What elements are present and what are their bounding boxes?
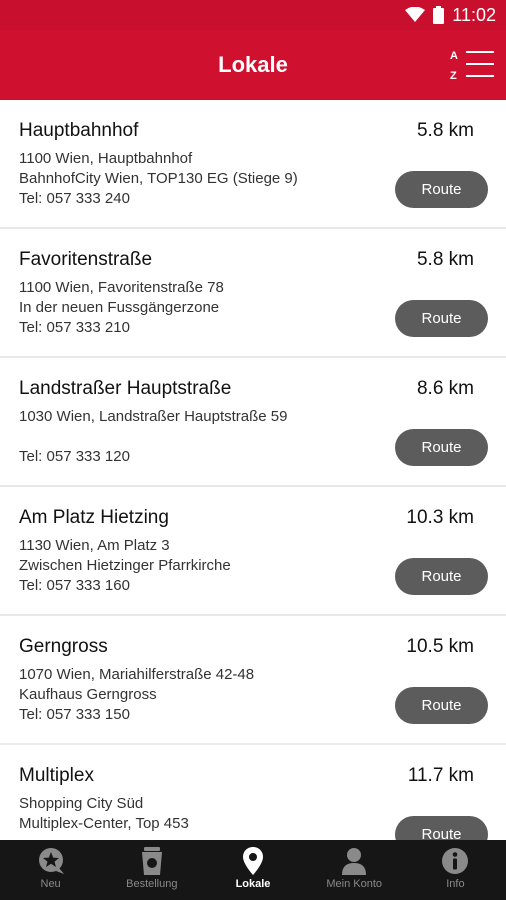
app-bar: Lokale A Z <box>0 30 506 100</box>
location-address: 1100 Wien, Hauptbahnhof <box>19 150 193 167</box>
location-list[interactable]: Hauptbahnhof 5.8 km 1100 Wien, Hauptbahn… <box>0 100 506 840</box>
page-title: Lokale <box>218 52 288 77</box>
location-card[interactable]: Multiplex 11.7 km Shopping City Süd Mult… <box>0 745 506 840</box>
location-card[interactable]: Am Platz Hietzing 10.3 km 1130 Wien, Am … <box>0 487 506 614</box>
location-name: Multiplex <box>19 765 94 786</box>
nav-label: Bestellung <box>126 878 178 890</box>
location-card[interactable]: Landstraßer Hauptstraße 8.6 km 1030 Wien… <box>0 358 506 485</box>
location-card[interactable]: Gerngross 10.5 km 1070 Wien, Mariahilfer… <box>0 616 506 743</box>
location-name: Hauptbahnhof <box>19 120 139 141</box>
alphabetical-sort-button[interactable]: A Z <box>448 46 496 86</box>
location-address: 1100 Wien, Favoritenstraße 78 <box>19 279 224 296</box>
location-phone[interactable]: Tel: 057 333 160 <box>19 577 130 594</box>
nav-item-mein-konto[interactable]: Mein Konto <box>304 840 405 900</box>
status-bar: 11:02 <box>0 0 506 30</box>
sort-letter-bottom: Z <box>450 70 457 82</box>
location-note: BahnhofCity Wien, TOP130 EG (Stiege 9) <box>19 170 298 187</box>
location-pin-icon <box>243 847 263 875</box>
status-icons: 11:02 <box>405 5 496 25</box>
nav-item-bestellung[interactable]: Bestellung <box>101 840 202 900</box>
location-address: Shopping City Süd <box>19 795 144 812</box>
nav-item-neu[interactable]: Neu <box>0 840 101 900</box>
location-distance: 11.7 km <box>407 765 474 786</box>
route-button[interactable]: Route <box>395 816 488 840</box>
location-note: Zwischen Hietzinger Pfarrkirche <box>19 557 231 574</box>
location-name: Gerngross <box>19 636 108 657</box>
location-phone[interactable]: Tel: 057 333 240 <box>19 190 130 207</box>
location-distance: 10.3 km <box>406 507 474 528</box>
location-name: Landstraßer Hauptstraße <box>19 378 232 399</box>
location-note: Kaufhaus Gerngross <box>19 686 157 703</box>
nav-label: Lokale <box>235 878 271 890</box>
wifi-icon <box>405 7 426 22</box>
sort-letter-top: A <box>450 50 458 62</box>
location-name: Am Platz Hietzing <box>19 507 169 528</box>
location-distance: 5.8 km <box>416 249 474 270</box>
route-button[interactable]: Route <box>395 558 488 595</box>
nav-label: Info <box>446 878 465 890</box>
status-time: 11:02 <box>452 4 496 25</box>
location-phone[interactable]: Tel: 057 333 120 <box>19 448 130 465</box>
sort-az-icon: A Z <box>450 50 494 82</box>
location-note: In der neuen Fussgängerzone <box>19 299 220 316</box>
nav-label: Neu <box>40 878 61 890</box>
location-card[interactable]: Favoritenstraße 5.8 km 1100 Wien, Favori… <box>0 229 506 356</box>
location-distance: 8.6 km <box>416 378 474 399</box>
location-address: 1030 Wien, Landstraßer Hauptstraße 59 <box>19 408 288 425</box>
person-icon <box>342 848 367 875</box>
location-phone[interactable]: Tel: 057 333 150 <box>19 706 130 723</box>
location-card[interactable]: Hauptbahnhof 5.8 km 1100 Wien, Hauptbahn… <box>0 100 506 227</box>
nav-item-info[interactable]: Info <box>405 840 506 900</box>
cup-icon <box>141 847 162 875</box>
route-button[interactable]: Route <box>395 687 488 724</box>
route-button[interactable]: Route <box>395 300 488 337</box>
location-distance: 10.5 km <box>406 636 474 657</box>
location-phone[interactable]: Tel: 057 333 210 <box>19 319 130 336</box>
location-name: Favoritenstraße <box>19 249 153 270</box>
bottom-navigation: Neu Bestellung Lokale Mein Konto Info <box>0 840 506 900</box>
route-button[interactable]: Route <box>395 429 488 466</box>
location-note: Multiplex-Center, Top 453 <box>19 815 189 832</box>
location-address: 1070 Wien, Mariahilferstraße 42-48 <box>19 666 255 683</box>
battery-icon <box>433 6 445 24</box>
info-icon <box>442 848 469 874</box>
nav-label: Mein Konto <box>326 878 383 890</box>
star-chat-icon <box>38 848 64 874</box>
route-button[interactable]: Route <box>395 171 488 208</box>
location-address: 1130 Wien, Am Platz 3 <box>19 537 170 554</box>
location-distance: 5.8 km <box>416 120 474 141</box>
nav-item-lokale[interactable]: Lokale <box>202 840 303 900</box>
